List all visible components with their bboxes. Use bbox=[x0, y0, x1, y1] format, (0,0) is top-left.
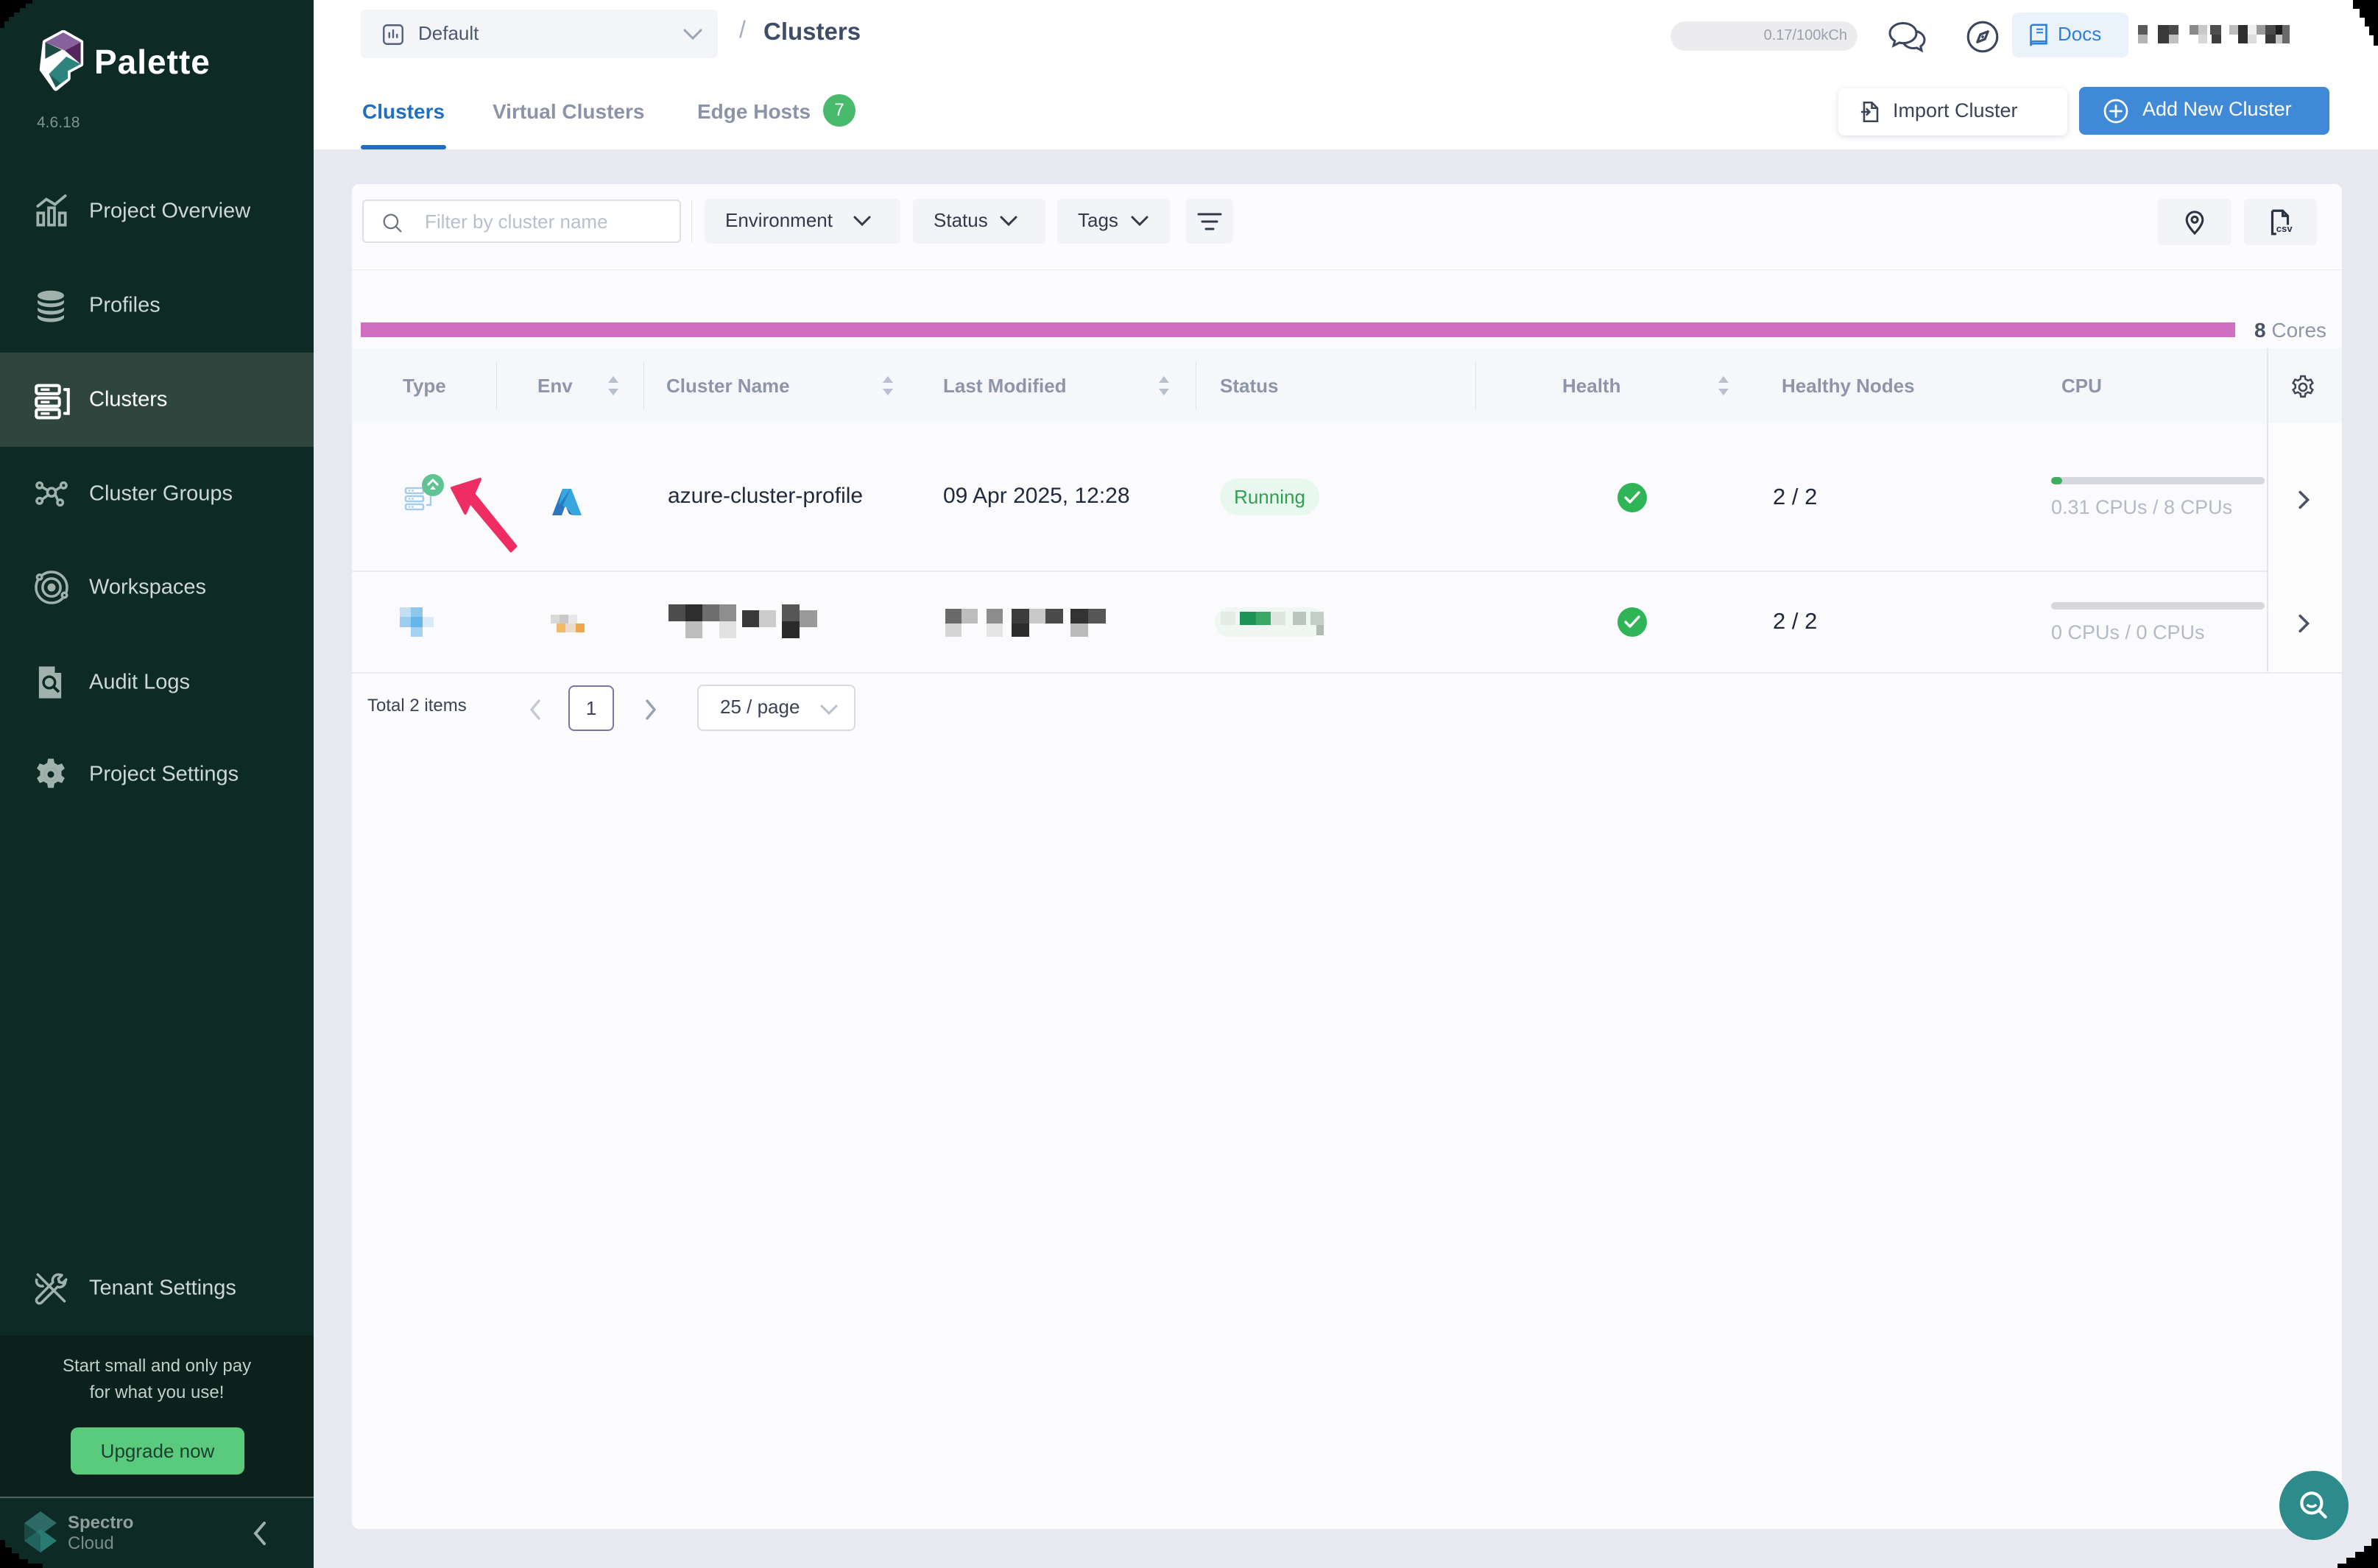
svg-text:csv: csv bbox=[2276, 223, 2293, 234]
